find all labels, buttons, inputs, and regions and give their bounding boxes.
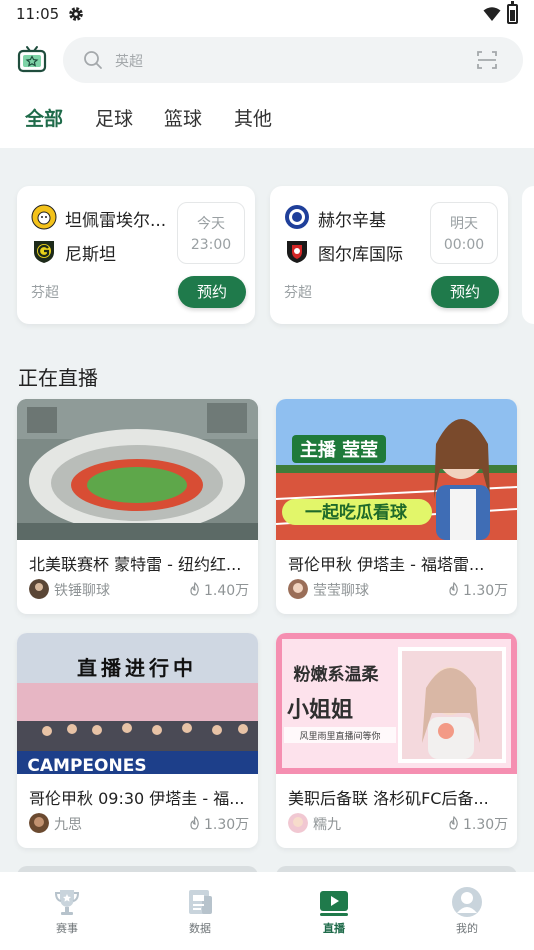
book-button[interactable]: 预约: [431, 276, 499, 308]
avatar: [29, 813, 49, 833]
status-bar: 11:05: [0, 0, 534, 30]
tab-football[interactable]: 足球: [95, 104, 133, 131]
thumb-caption: 粉嫩系温柔: [294, 664, 380, 685]
live-title: 哥伦甲秋 09:30 伊塔圭 - 福...: [29, 789, 245, 808]
nav-item-live[interactable]: 直播: [304, 886, 364, 936]
bottom-nav: 赛事 数据 直播 我的: [0, 872, 534, 950]
away-team-name: 图尔库国际: [318, 245, 403, 265]
nav-label: 赛事: [56, 922, 78, 935]
category-tabs: 全部 足球 篮球 其他: [0, 100, 534, 136]
tab-basketball[interactable]: 篮球: [164, 104, 202, 131]
status-time: 11:05: [16, 5, 60, 23]
search-input[interactable]: 英超: [115, 51, 143, 71]
thumb-caption: 小姐姐: [287, 697, 353, 723]
flame-icon: [190, 582, 199, 596]
anchor-name: 糯九: [313, 817, 341, 833]
live-thumbnail: CAMPEONES 直播进行中: [17, 633, 258, 774]
nav-item-profile[interactable]: 我的: [437, 886, 497, 936]
thumb-caption: CAMPEONES: [27, 756, 146, 774]
live-card[interactable]: 北美联赛杯 蒙特雷 - 纽约红... 铁锤聊球 1.40万: [17, 399, 258, 614]
live-title: 美职后备联 洛杉矶FC后备...: [288, 789, 489, 808]
team-logo-icon: [31, 204, 57, 230]
match-time: 00:00: [443, 237, 485, 253]
nav-item-data[interactable]: 数据: [170, 886, 230, 936]
anchor-name: 铁锤聊球: [54, 583, 110, 599]
nav-label: 数据: [189, 922, 211, 935]
match-time-box: 明天 00:00: [430, 202, 498, 264]
flame-icon: [449, 582, 458, 596]
flame-icon: [190, 816, 199, 830]
match-day: 今天: [197, 216, 225, 232]
live-title: 哥伦甲秋 伊塔圭 - 福塔雷...: [288, 555, 485, 574]
away-team: 尼斯坦: [31, 236, 181, 266]
heat-count: 1.40万: [204, 583, 250, 599]
nav-label: 直播: [323, 922, 345, 935]
battery-icon: [507, 1, 518, 24]
heat-count: 1.30万: [463, 817, 509, 833]
scan-icon[interactable]: [477, 50, 497, 70]
nav-item-events[interactable]: 赛事: [37, 886, 97, 936]
avatar: [29, 579, 49, 599]
tab-all[interactable]: 全部: [25, 104, 63, 131]
avatar: [288, 579, 308, 599]
home-team: 赫尔辛基: [284, 202, 434, 232]
match-card[interactable]: 赫尔辛基 图尔库国际 明天 00:00 芬超 预约: [270, 186, 508, 324]
heat-count: 1.30万: [463, 583, 509, 599]
heat-count: 1.30万: [204, 817, 250, 833]
home-team-name: 坦佩雷埃尔...: [65, 211, 167, 231]
match-day: 明天: [450, 216, 478, 232]
anchor-name: 莹莹聊球: [313, 583, 369, 599]
data-icon: [189, 890, 212, 914]
home-team-name: 赫尔辛基: [318, 211, 386, 231]
avatar: [288, 813, 308, 833]
flame-icon: [449, 816, 458, 830]
match-card-peek[interactable]: [522, 186, 534, 324]
match-card[interactable]: 坦佩雷埃尔... 尼斯坦 今天 23:00 芬超 预约: [17, 186, 255, 324]
team-logo-icon: [287, 241, 307, 263]
live-thumbnail: 主播 莹莹 一起吃瓜看球: [276, 399, 517, 540]
tv-icon[interactable]: [17, 45, 47, 75]
book-button[interactable]: 预约: [178, 276, 246, 308]
section-title-live: 正在直播: [18, 366, 98, 390]
away-team-name: 尼斯坦: [65, 245, 116, 265]
team-logo-icon: [34, 241, 54, 263]
live-card[interactable]: CAMPEONES 直播进行中 哥伦甲秋 09:30 伊塔圭 - 福... 九思…: [17, 633, 258, 848]
tab-other[interactable]: 其他: [234, 104, 272, 131]
wifi-icon: [483, 7, 501, 21]
match-time-box: 今天 23:00: [177, 202, 245, 264]
profile-icon: [452, 887, 482, 917]
league-name: 芬超: [284, 285, 312, 301]
live-card[interactable]: 主播 莹莹 一起吃瓜看球 哥伦甲秋 伊塔圭 - 福塔雷... 莹莹聊球 1.30…: [276, 399, 517, 614]
thumb-caption: 主播 莹莹: [300, 439, 378, 461]
gear-icon: [69, 7, 83, 21]
thumb-caption: 风里雨里直播间等你: [299, 730, 380, 742]
live-title: 北美联赛杯 蒙特雷 - 纽约红...: [29, 555, 242, 574]
away-team: 图尔库国际: [284, 236, 434, 266]
nav-label: 我的: [456, 922, 478, 935]
trophy-icon: [54, 890, 80, 915]
thumb-caption: 直播进行中: [77, 656, 197, 680]
live-card[interactable]: 粉嫩系温柔 小姐姐 风里雨里直播间等你 美职后备联 洛杉矶FC后备... 糯九 …: [276, 633, 517, 848]
league-name: 芬超: [31, 285, 59, 301]
thumb-caption: 一起吃瓜看球: [305, 502, 408, 523]
live-icon: [320, 891, 348, 916]
anchor-name: 九思: [54, 817, 82, 833]
search-icon: [84, 51, 102, 69]
team-logo-icon: [285, 205, 309, 229]
home-team: 坦佩雷埃尔...: [31, 202, 181, 232]
search-bar[interactable]: 英超: [63, 37, 523, 83]
live-thumbnail: 粉嫩系温柔 小姐姐 风里雨里直播间等你: [276, 633, 517, 774]
match-time: 23:00: [190, 237, 232, 253]
live-thumbnail: [17, 399, 258, 540]
top-header: 11:05 英超 全部 足球 篮球 其他: [0, 0, 534, 148]
